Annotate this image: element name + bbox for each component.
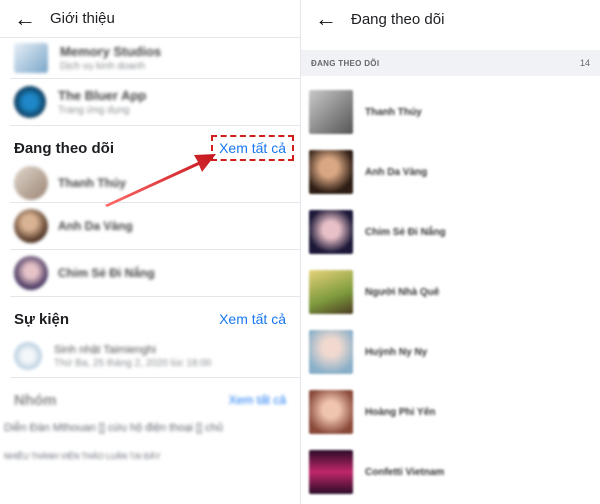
about-panel: ← Giới thiệu Memory Studios Dịch vụ kinh…	[0, 0, 300, 504]
divider	[10, 125, 300, 126]
list-header: ĐANG THEO DÕI 14	[301, 50, 600, 76]
arrow-left-icon[interactable]: ←	[315, 8, 341, 30]
arrow-left-icon[interactable]: ←	[14, 7, 40, 30]
avatar	[14, 256, 48, 290]
following-thumbnail	[309, 270, 353, 314]
event-name: Sinh nhật Taimienghi	[54, 343, 156, 356]
avatar	[14, 209, 48, 243]
following-thumbnail	[309, 150, 353, 194]
following-list-item[interactable]: Chim Sẻ Đi Nắng	[301, 202, 600, 262]
page-category: Trang ứng dụng	[58, 105, 130, 116]
page-name: The Bluer App	[58, 88, 147, 103]
following-list-item[interactable]: Hoàng Phi Yến	[301, 382, 600, 442]
person-name: Chim Sẻ Đi Nắng	[58, 266, 155, 280]
person-name: Thanh Thúy	[58, 176, 126, 190]
following-thumbnail	[309, 330, 353, 374]
see-all-events-link[interactable]: Xem tất cả	[219, 311, 286, 327]
following-thumbnail	[309, 210, 353, 254]
following-name: Huỳnh Ny Ny	[365, 346, 428, 358]
about-header: ← Giới thiệu	[0, 0, 300, 38]
groups-title: Nhóm	[14, 391, 57, 409]
divider	[10, 377, 300, 378]
following-list-item[interactable]: Huỳnh Ny Ny	[301, 322, 600, 382]
following-name: Hoàng Phi Yến	[365, 406, 436, 418]
page-item[interactable]: Memory Studios Dịch vụ kinh doanh	[0, 38, 300, 78]
see-all-following-link[interactable]: Xem tất cả	[211, 135, 294, 161]
divider	[10, 296, 300, 297]
following-section-header: Đang theo dõi Xem tất cả	[0, 132, 300, 164]
event-item[interactable]: Sinh nhật Taimienghi Thứ Ba, 25 tháng 2,…	[0, 335, 300, 377]
following-person[interactable]: Chim Sẻ Đi Nắng	[0, 250, 300, 296]
following-thumbnail	[309, 450, 353, 494]
following-thumbnail	[309, 390, 353, 434]
following-name: Anh Da Vàng	[365, 166, 428, 178]
following-person[interactable]: Anh Da Vàng	[0, 203, 300, 249]
see-all-groups-link[interactable]: Xem tất cả	[229, 393, 286, 407]
following-name: Người Nhà Quê	[365, 286, 440, 298]
following-person[interactable]: Thanh Thúy	[0, 164, 300, 202]
following-thumbnail	[309, 90, 353, 134]
group-line: Diễn Đàn Mthouan [] cứu hộ điện thoại []…	[4, 422, 223, 434]
following-list-item[interactable]: Người Nhà Quê	[301, 262, 600, 322]
following-name: Thanh Thúy	[365, 106, 422, 118]
events-section-header: Sự kiện Xem tất cả	[0, 303, 300, 335]
page-name: Memory Studios	[60, 44, 162, 59]
following-title: Đang theo dõi	[14, 139, 114, 157]
group-line: NHIỀU THÀNH VIÊN THẢO LUẬN TẠI ĐÂY	[4, 452, 161, 461]
page-item[interactable]: The Bluer App Trang ứng dụng	[0, 79, 300, 125]
page-title: Giới thiệu	[50, 10, 115, 27]
following-name: Chim Sẻ Đi Nắng	[365, 226, 446, 238]
following-list-item[interactable]: Confetti Vietnam	[301, 442, 600, 502]
event-thumbnail	[14, 342, 42, 370]
events-title: Sự kiện	[14, 310, 70, 328]
following-header: ← Đang theo dõi	[301, 0, 600, 38]
groups-section-header: Nhóm Xem tất cả	[0, 384, 300, 416]
avatar	[14, 166, 48, 200]
following-panel: ← Đang theo dõi ĐANG THEO DÕI 14 Thanh T…	[300, 0, 600, 504]
page-category: Dịch vụ kinh doanh	[60, 61, 146, 72]
person-name: Anh Da Vàng	[58, 219, 133, 233]
page-thumbnail	[14, 86, 46, 118]
following-count: 14	[579, 58, 590, 68]
following-list-item[interactable]: Thanh Thúy	[301, 82, 600, 142]
page-thumbnail	[14, 43, 48, 73]
event-date: Thứ Ba, 25 tháng 2, 2020 lúc 18:00	[54, 357, 212, 369]
following-list-item[interactable]: Anh Da Vàng	[301, 142, 600, 202]
page-title: Đang theo dõi	[351, 10, 445, 28]
following-name: Confetti Vietnam	[365, 466, 445, 478]
list-label: ĐANG THEO DÕI	[311, 58, 380, 68]
